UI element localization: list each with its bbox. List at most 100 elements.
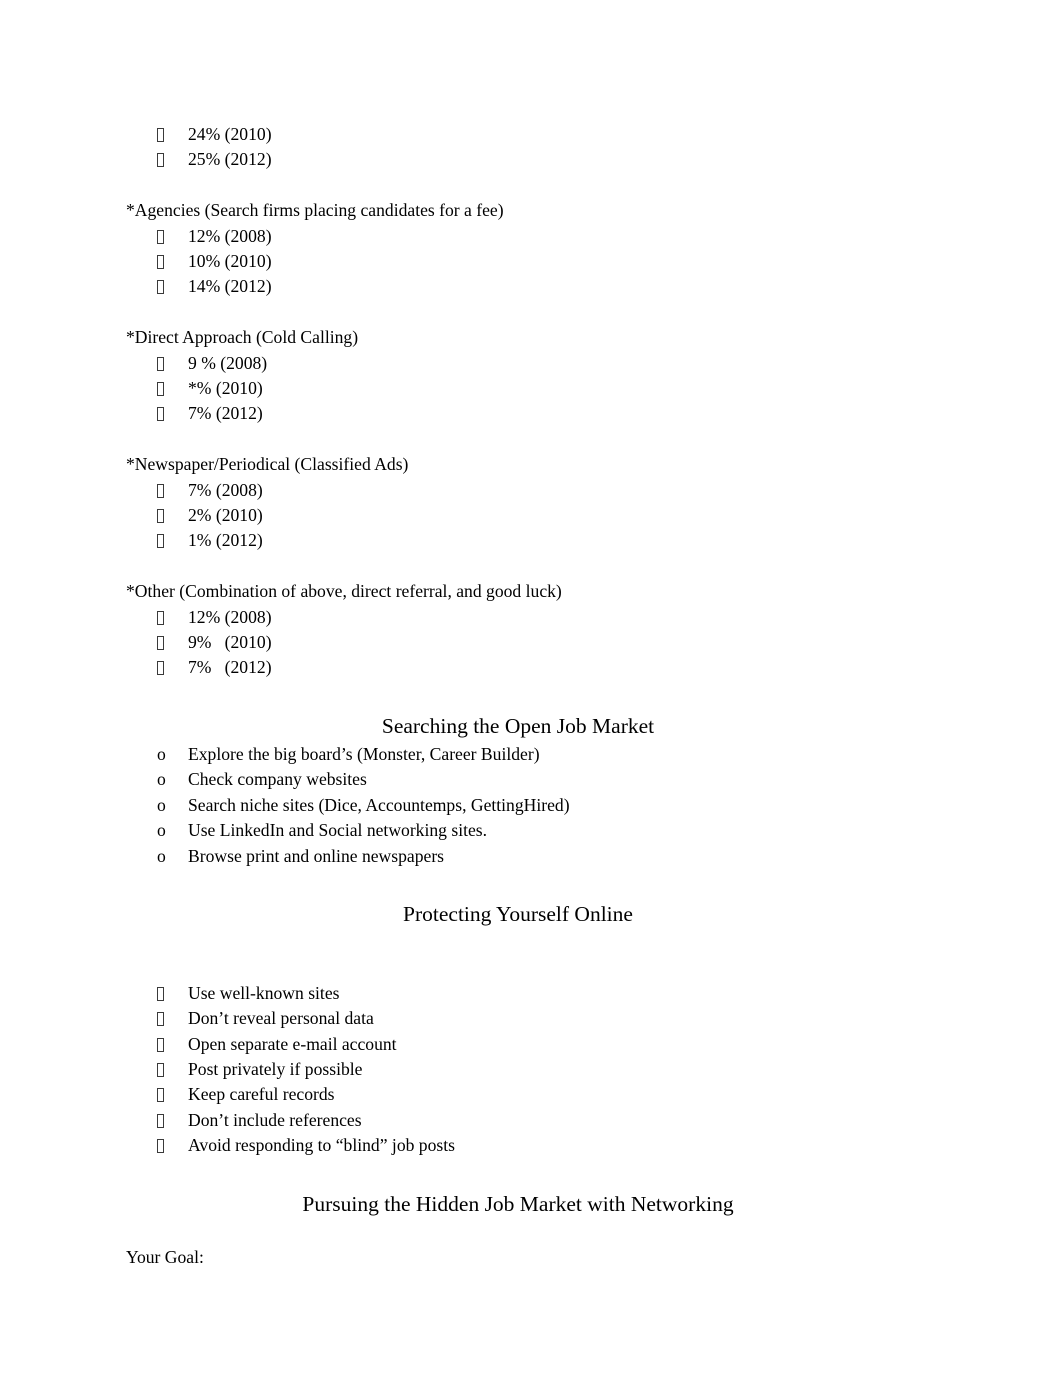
list-item-label: Open separate e-mail account (188, 1033, 397, 1054)
list-item: *% (2010) (126, 376, 936, 401)
list-item-label: 24% (2010) (188, 124, 272, 144)
list-item: 25% (2012) (126, 147, 936, 172)
list-group-other: 12% (2008) 9% (2010) 7% (2012) (126, 605, 936, 681)
bullet-tofu-icon (157, 630, 188, 655)
list-item-label: Post privately if possible (188, 1058, 363, 1079)
document-body: 24% (2010) 25% (2012) *Agencies (Search … (126, 122, 936, 1270)
list-item-label: 10% (2010) (188, 251, 272, 272)
list-item-label: Search niche sites (Dice, Accountemps, G… (188, 794, 570, 815)
bullet-tofu-icon (157, 655, 188, 680)
list-item: 7% (2008) (126, 478, 936, 503)
list-item: o Explore the big board’s (Monster, Care… (126, 742, 936, 767)
bullet-tofu-icon (157, 503, 188, 528)
list-item: Open separate e-mail account (126, 1032, 936, 1057)
list-item-label: Use LinkedIn and Social networking sites… (188, 820, 488, 841)
list-item: Don’t include references (126, 1108, 936, 1133)
bullet-o-icon: o (157, 794, 166, 815)
list-item: 1% (2012) (126, 528, 936, 553)
bullet-o-icon: o (157, 820, 166, 841)
bullet-tofu-icon (157, 1057, 188, 1082)
list-item: 24% (2010) (126, 122, 936, 147)
bullet-tofu-icon (157, 1082, 188, 1107)
bullet-o-icon: o (157, 845, 166, 866)
bullet-tofu-icon (157, 274, 188, 299)
bullet-tofu-icon (157, 478, 188, 503)
list-item-label: 7% (2012) (188, 403, 263, 424)
bullet-tofu-icon (157, 249, 188, 274)
list-item-label: 2% (2010) (188, 505, 263, 526)
list-item-label: 25% (2012) (188, 149, 272, 170)
list-group-agencies: 12% (2008) 10% (2010) 14% (2012) (126, 224, 936, 300)
bullet-o-icon: o (157, 743, 166, 764)
list-item: o Browse print and online newspapers (126, 844, 936, 869)
list-item: 12% (2008) (126, 605, 936, 630)
list-item-label: Explore the big board’s (Monster, Career… (188, 743, 540, 764)
list-item: 14% (2012) (126, 274, 936, 299)
list-item-label: 12% (2008) (188, 225, 272, 246)
section-heading-pursuing-hidden-job-market: Pursuing the Hidden Job Market with Netw… (302, 1191, 734, 1216)
list-item-label: Browse print and online newspapers (188, 845, 445, 866)
list-group-direct-approach: 9 % (2008) *% (2010) 7% (2012) (126, 351, 936, 427)
list-item-label: 9% (2010) (188, 632, 272, 653)
list-item-label: Don’t include references (188, 1109, 362, 1130)
list-item: 9% (2010) (126, 630, 936, 655)
list-item-label: *% (2010) (188, 378, 263, 399)
section-heading-searching-open-job-market: Searching the Open Job Market (381, 713, 655, 738)
list-item-label: Don’t reveal personal data (188, 1008, 374, 1029)
list-item-label: Check company websites (188, 769, 367, 790)
bullet-tofu-icon (157, 376, 188, 401)
bullet-tofu-icon (157, 401, 188, 426)
list-item: Don’t reveal personal data (126, 1006, 936, 1031)
list-item: o Search niche sites (Dice, Accountemps,… (126, 793, 936, 818)
heading-block-pursuing: Pursuing the Hidden Job Market with Netw… (126, 1189, 910, 1220)
list-item: 7% (2012) (126, 655, 936, 680)
section-lead-other: *Other (Combination of above, direct ref… (126, 581, 562, 602)
bullet-tofu-icon (157, 1006, 188, 1031)
list-item: 10% (2010) (126, 249, 936, 274)
section-lead-direct-approach: *Direct Approach (Cold Calling) (126, 327, 359, 348)
list-item: 2% (2010) (126, 503, 936, 528)
section-lead-agencies: *Agencies (Search firms placing candidat… (126, 200, 504, 221)
bullet-tofu-icon (157, 351, 188, 376)
list-item: Post privately if possible (126, 1057, 936, 1082)
list-item: 12% (2008) (126, 224, 936, 249)
bullet-tofu-icon (157, 605, 188, 630)
list-item-label: 9 % (2008) (188, 352, 268, 373)
section-lead-newspaper-periodical: *Newspaper/Periodical (Classified Ads) (126, 454, 409, 475)
document-page: 24% (2010) 25% (2012) *Agencies (Search … (0, 0, 1062, 1376)
heading-block-searching: Searching the Open Job Market (126, 711, 910, 742)
section-heading-protecting-yourself-online: Protecting Yourself Online (403, 901, 633, 926)
list-item: Keep careful records (126, 1082, 936, 1107)
heading-block-protecting: Protecting Yourself Online (126, 899, 910, 930)
list-item-label: Keep careful records (188, 1084, 335, 1105)
list-item: Avoid responding to “blind” job posts (126, 1133, 936, 1158)
list-item-label: Use well-known sites (188, 982, 340, 1003)
bullet-tofu-icon (157, 1032, 188, 1057)
list-item-label: 7% (2008) (188, 479, 263, 500)
bullet-o-icon: o (157, 769, 166, 790)
list-item-label: 7% (2012) (188, 657, 272, 678)
bullet-tofu-icon (157, 528, 188, 553)
list-item: 7% (2012) (126, 401, 936, 426)
bullet-tofu-icon (157, 147, 188, 172)
bullet-tofu-icon (157, 122, 188, 147)
list-item-label: 14% (2012) (188, 276, 272, 297)
bullet-tofu-icon (157, 981, 188, 1006)
list-item-label: Avoid responding to “blind” job posts (188, 1135, 455, 1156)
list-item: 9 % (2008) (126, 351, 936, 376)
list-item-label: 1% (2012) (188, 530, 263, 551)
list-group-protecting: Use well-known sites Don’t reveal person… (126, 981, 936, 1159)
list-group-searching: o Explore the big board’s (Monster, Care… (126, 742, 936, 869)
list-item: o Check company websites (126, 767, 936, 792)
list-item-label: 12% (2008) (188, 606, 272, 627)
list-group-continued-stats: 24% (2010) 25% (2012) (126, 122, 936, 173)
